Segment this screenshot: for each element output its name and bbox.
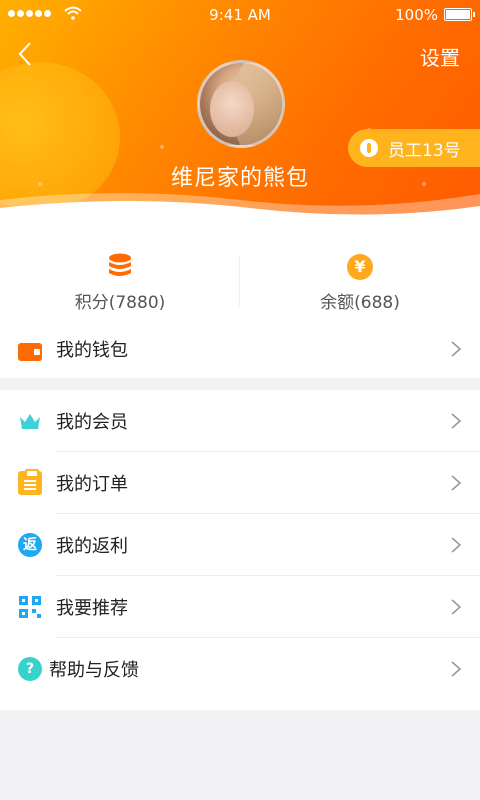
balance-label: 余额(688) bbox=[320, 293, 400, 313]
battery-icon bbox=[444, 8, 475, 21]
settings-button[interactable]: 设置 bbox=[420, 42, 460, 71]
info-icon bbox=[360, 139, 378, 157]
rebate-icon: 返 bbox=[18, 533, 42, 557]
crown-icon bbox=[20, 414, 40, 429]
avatar[interactable] bbox=[197, 60, 285, 148]
points-stat[interactable]: 积分(7880) bbox=[0, 238, 240, 320]
menu-item-label: 我的会员 bbox=[56, 412, 128, 433]
menu-item-membership[interactable]: 我的会员 bbox=[0, 390, 480, 452]
menu-item-label: 我的返利 bbox=[56, 536, 128, 557]
menu-item-help[interactable]: ? 帮助与反馈 bbox=[0, 638, 480, 700]
menu-item-wallet[interactable]: 我的钱包 bbox=[0, 320, 480, 378]
menu-group: 我的会员 我的订单 返 我的返利 我要推荐 ? 帮助与反馈 bbox=[0, 390, 480, 710]
chevron-right-icon bbox=[451, 341, 462, 357]
qrcode-icon bbox=[19, 596, 41, 618]
battery-percent: 100% bbox=[395, 6, 438, 24]
menu-item-orders[interactable]: 我的订单 bbox=[0, 452, 480, 514]
menu-item-label: 帮助与反馈 bbox=[49, 660, 139, 681]
profile-header: 9:41 AM 100% 设置 员工13号 维尼家的熊包 bbox=[0, 0, 480, 238]
chevron-right-icon bbox=[451, 599, 462, 615]
stats-panel: 积分(7880) ¥ 余额(688) bbox=[0, 238, 480, 320]
header-wave bbox=[0, 193, 480, 238]
balance-stat[interactable]: ¥ 余额(688) bbox=[240, 238, 480, 320]
menu-item-recommend[interactable]: 我要推荐 bbox=[0, 576, 480, 638]
points-label: 积分(7880) bbox=[74, 293, 166, 313]
wallet-group: 我的钱包 bbox=[0, 320, 480, 378]
menu-item-label: 我要推荐 bbox=[56, 598, 128, 619]
badge-label: 员工13号 bbox=[388, 140, 461, 161]
decorative-dot bbox=[160, 145, 164, 149]
chevron-right-icon bbox=[451, 413, 462, 429]
wallet-icon bbox=[18, 343, 42, 361]
chevron-right-icon bbox=[451, 475, 462, 491]
menu-item-label: 我的钱包 bbox=[56, 340, 128, 361]
coins-icon bbox=[109, 253, 131, 276]
menu-item-rebate[interactable]: 返 我的返利 bbox=[0, 514, 480, 576]
help-icon: ? bbox=[18, 657, 42, 681]
status-bar: 9:41 AM 100% bbox=[0, 0, 480, 30]
menu-item-label: 我的订单 bbox=[56, 474, 128, 495]
chevron-right-icon bbox=[451, 537, 462, 553]
back-icon[interactable] bbox=[16, 40, 36, 68]
yen-icon: ¥ bbox=[347, 254, 373, 280]
clipboard-icon bbox=[18, 469, 42, 495]
chevron-right-icon bbox=[451, 661, 462, 677]
